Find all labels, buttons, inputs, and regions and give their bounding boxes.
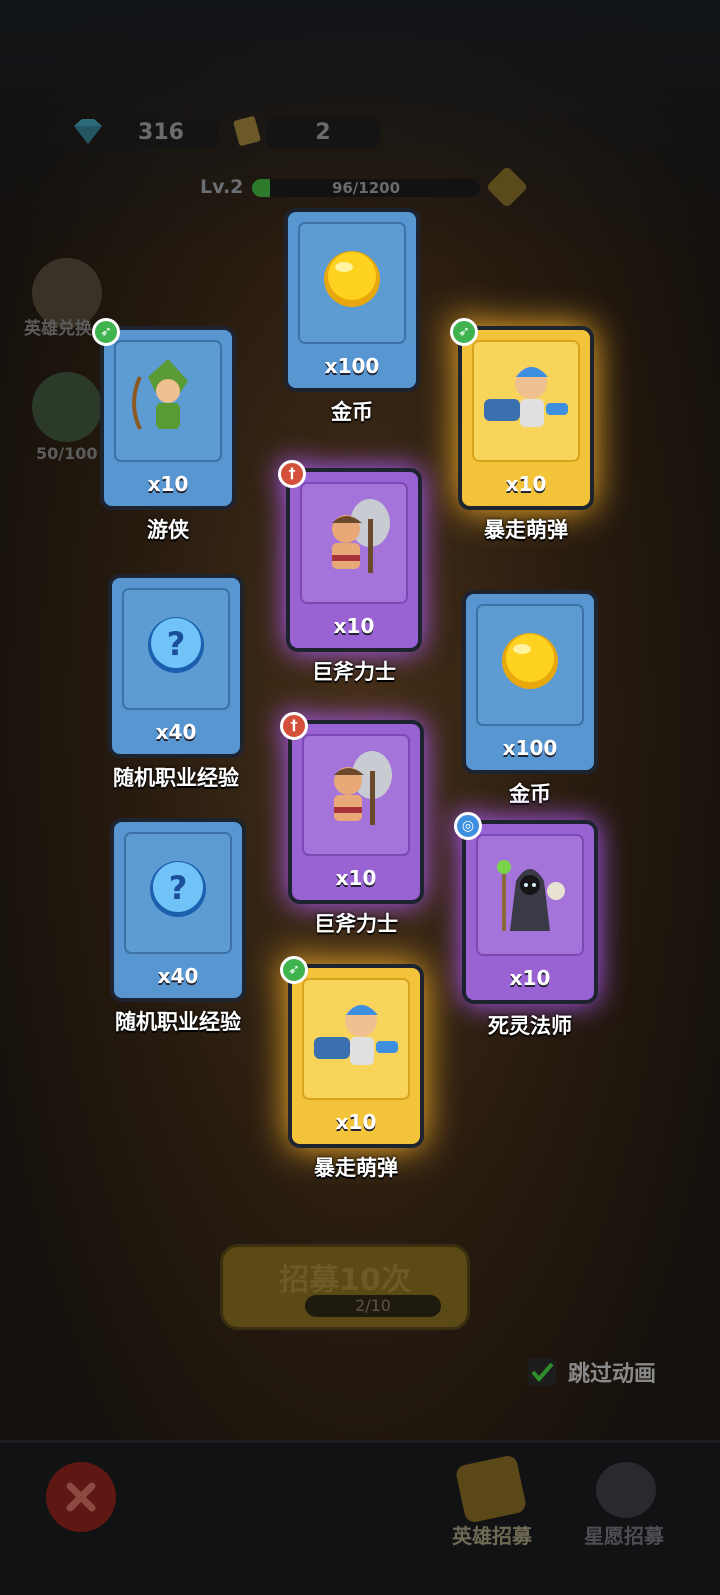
svg-text:?: ? xyxy=(167,625,186,663)
ranger-class-icon: ➶ xyxy=(280,956,308,984)
reward-card[interactable]: x100 xyxy=(284,208,420,392)
recruit-10-button[interactable]: 招募10次 2/10 xyxy=(220,1244,470,1330)
card-count: x10 xyxy=(509,966,551,990)
card-art-panel xyxy=(476,834,584,956)
card-name: 随机职业经验 xyxy=(113,766,239,790)
close-button[interactable] xyxy=(46,1462,116,1532)
level-label: Lv.2 xyxy=(200,176,244,198)
close-icon xyxy=(66,1482,96,1512)
reward-card[interactable]: ? x40 xyxy=(108,574,244,758)
card-count: x10 xyxy=(335,1110,377,1134)
warrior-class-icon: † xyxy=(278,460,306,488)
tab-hero-recruit[interactable]: 英雄招募 xyxy=(452,1520,532,1549)
mage-class-icon: ◎ xyxy=(454,812,482,840)
gem-count: 316 xyxy=(104,118,218,148)
card-frame: x100 xyxy=(284,208,420,392)
skip-animation-checkbox[interactable] xyxy=(528,1358,556,1386)
card-art-panel: ? xyxy=(124,832,232,954)
ticket-icon xyxy=(230,112,268,146)
axe-warrior-icon xyxy=(304,489,404,593)
card-name: 暴走萌弹 xyxy=(484,518,568,542)
svg-text:?: ? xyxy=(169,869,188,907)
card-frame: x100 xyxy=(462,590,598,774)
card-art-panel xyxy=(302,734,410,856)
card-frame: x10 xyxy=(288,964,424,1148)
card-frame: x10 xyxy=(458,326,594,510)
gold-coin-icon xyxy=(480,611,580,715)
card-count: x100 xyxy=(324,354,380,378)
card-count: x10 xyxy=(147,472,189,496)
cannon-hero-icon xyxy=(476,347,576,451)
ranger-icon xyxy=(118,347,218,451)
reward-card[interactable]: x10 ➶ xyxy=(450,318,594,510)
card-art-panel xyxy=(302,978,410,1100)
reward-card[interactable]: ? x40 xyxy=(110,818,246,1002)
card-name: 暴走萌弹 xyxy=(314,1156,398,1180)
reward-card[interactable]: x10 ◎ xyxy=(454,812,598,1004)
card-frame: x10 xyxy=(462,820,598,1004)
checkmark-icon xyxy=(531,1362,554,1383)
card-count: x100 xyxy=(502,736,558,760)
recruit-progress: 2/10 xyxy=(305,1295,441,1317)
gold-coin-icon xyxy=(302,229,402,333)
axe-warrior-icon xyxy=(306,741,406,845)
card-frame: ? x40 xyxy=(110,818,246,1002)
recruit-10-label: 招募10次 xyxy=(279,1263,411,1298)
card-art-panel xyxy=(476,604,584,726)
ranger-class-icon: ➶ xyxy=(450,318,478,346)
card-count: x10 xyxy=(333,614,375,638)
necromancer-icon xyxy=(480,841,580,945)
card-count: x40 xyxy=(155,720,197,744)
ranger-class-icon: ➶ xyxy=(92,318,120,346)
card-name: 巨斧力士 xyxy=(312,660,396,684)
xp-bar: 96/1200 xyxy=(252,179,480,197)
card-frame: x10 xyxy=(288,720,424,904)
star-wish-tab-icon xyxy=(596,1462,656,1518)
question-orb-icon: ? xyxy=(126,595,226,699)
card-name: 巨斧力士 xyxy=(314,912,398,936)
card-name: 金币 xyxy=(331,400,373,424)
card-art-panel xyxy=(114,340,222,462)
warrior-class-icon: † xyxy=(280,712,308,740)
question-orb-icon: ? xyxy=(128,839,228,943)
star-progress-text: 50/100 xyxy=(36,444,98,463)
skip-animation-label[interactable]: 跳过动画 xyxy=(568,1356,656,1388)
gem-icon xyxy=(68,116,106,146)
card-name: 随机职业经验 xyxy=(115,1010,241,1034)
reward-card[interactable]: x10 † xyxy=(280,712,424,904)
tab-star-wish[interactable]: 星愿招募 xyxy=(584,1520,664,1549)
card-art-panel xyxy=(298,222,406,344)
hero-exchange-label: 英雄兑换 xyxy=(24,319,92,339)
card-art-panel xyxy=(300,482,408,604)
card-name: 死灵法师 xyxy=(488,1014,572,1038)
star-wish-icon xyxy=(32,372,102,442)
reward-card[interactable]: x10 ➶ xyxy=(280,956,424,1148)
ticket-count: 2 xyxy=(266,118,380,148)
card-count: x10 xyxy=(335,866,377,890)
card-art-panel xyxy=(472,340,580,462)
card-art-panel: ? xyxy=(122,588,230,710)
card-frame: ? x40 xyxy=(108,574,244,758)
card-name: 金币 xyxy=(509,782,551,806)
card-frame: x10 xyxy=(286,468,422,652)
cannon-hero-icon xyxy=(306,985,406,1089)
card-name: 游侠 xyxy=(147,518,189,542)
reward-card[interactable]: x100 xyxy=(462,590,598,774)
reward-card[interactable]: x10 ➶ xyxy=(92,318,236,510)
card-frame: x10 xyxy=(100,326,236,510)
card-count: x40 xyxy=(157,964,199,988)
reward-card[interactable]: x10 † xyxy=(278,460,422,652)
xp-text: 96/1200 xyxy=(331,179,401,197)
card-count: x10 xyxy=(505,472,547,496)
